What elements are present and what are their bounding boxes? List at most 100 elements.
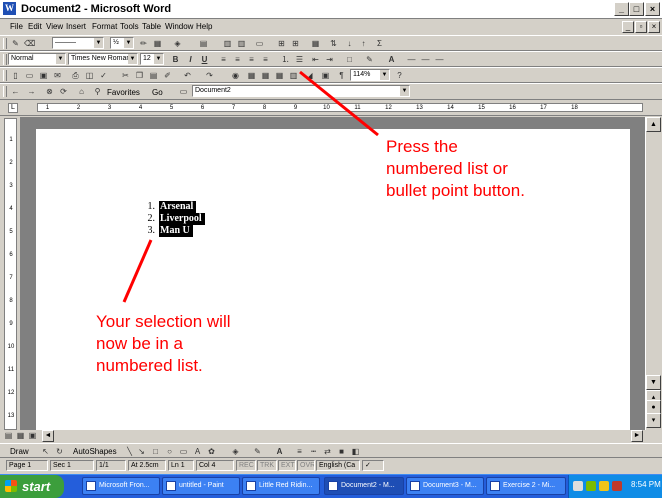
align-right-icon[interactable]: ≡ [246,54,257,65]
bold-button[interactable]: B [170,54,181,65]
status-trk[interactable]: TRK [257,460,277,471]
justify-icon[interactable]: ≡ [260,54,271,65]
forward-icon[interactable]: → [26,86,37,97]
web-layout-icon[interactable]: ▦ [15,430,26,441]
outside-border-icon[interactable]: □ [344,54,355,65]
line-style-icon[interactable]: ≡ [294,446,305,457]
menu-tools[interactable]: Tools [120,22,139,31]
print-icon[interactable]: ⎙ [70,70,81,81]
columns-icon[interactable]: ▥ [288,70,299,81]
sort-descending-icon[interactable]: ↑ [358,38,369,49]
line-weight-select[interactable]: ½ ▼ [110,37,134,49]
underline-button[interactable]: U [199,54,210,65]
highlight-icon[interactable]: ✎ [364,54,375,65]
network-icon[interactable] [586,481,596,491]
vertical-ruler[interactable]: 1 2 3 4 5 6 7 8 9 10 11 12 13 [4,118,17,430]
go-menu[interactable]: Go [152,88,163,97]
autosum-icon[interactable]: Σ [374,38,385,49]
eraser-icon[interactable]: ⌫ [24,38,35,49]
scroll-right-button[interactable]: ► [631,430,643,442]
next-page-button[interactable]: ▾ [646,413,661,428]
merge-cells-icon[interactable]: ▥ [222,38,233,49]
autoshapes-menu[interactable]: AutoShapes [73,447,117,456]
menu-help[interactable]: Help [196,22,212,31]
spelling-icon[interactable]: ✓ [98,70,109,81]
change-text-direction-icon[interactable]: ⇅ [328,38,339,49]
insert-table-icon[interactable]: ▦ [260,70,271,81]
list-text[interactable]: Man U [159,225,193,237]
taskbar-button[interactable]: Document2 - M... [324,477,404,495]
distribute-rows-icon[interactable]: ⊞ [276,38,287,49]
list-text[interactable]: Arsenal [159,201,197,213]
status-ovr[interactable]: OVR [297,460,315,471]
maximize-button[interactable]: □ [629,2,644,16]
open-folder-icon[interactable]: ▭ [24,70,35,81]
table-autoformat-icon[interactable]: ▦ [310,38,321,49]
doc-close-button[interactable]: × [648,21,660,33]
fill-color-icon[interactable]: ◈ [230,446,241,457]
normal-view-icon[interactable]: ▤ [3,430,14,441]
line-icon[interactable]: — [420,54,431,65]
redo-icon[interactable]: ↷ [204,70,215,81]
tab-selector[interactable]: L [8,103,18,113]
clip-art-icon[interactable]: ✿ [206,446,217,457]
doc-minimize-button[interactable]: _ [622,21,634,33]
email-icon[interactable]: ✉ [52,70,63,81]
hyperlink-icon[interactable]: ◉ [230,70,241,81]
rectangle-tool-icon[interactable]: □ [150,446,161,457]
italic-button[interactable]: I [185,54,196,65]
print-preview-icon[interactable]: ◫ [84,70,95,81]
taskbar-button[interactable]: untitled - Paint [162,477,240,495]
taskbar-button[interactable]: Document3 - M... [406,477,484,495]
document-map-icon[interactable]: ▣ [320,70,331,81]
toolbar-grip[interactable] [3,38,7,49]
document-page[interactable] [36,129,630,430]
close-button[interactable]: × [645,2,660,16]
taskbar-button[interactable]: Microsoft Fron... [82,477,160,495]
print-layout-icon[interactable]: ▣ [27,430,38,441]
line-tool-icon[interactable]: ╲ [124,446,135,457]
security-icon[interactable] [599,481,609,491]
taskbar-button[interactable]: Little Red Ridin... [242,477,320,495]
menu-table[interactable]: Table [142,22,161,31]
search-web-icon[interactable]: ⚲ [92,86,103,97]
insert-table-icon[interactable]: ▤ [198,38,209,49]
format-painter-icon[interactable]: ✐ [162,70,173,81]
address-field[interactable]: Document2 ▼ [192,85,410,97]
menu-file[interactable]: File [10,22,23,31]
copy-icon[interactable]: ❐ [134,70,145,81]
numbered-list-icon[interactable]: ⒈ [280,54,291,65]
line-icon[interactable]: — [434,54,445,65]
doc-restore-button[interactable]: ▫ [635,21,647,33]
new-document-icon[interactable]: ▯ [10,70,21,81]
line-icon[interactable]: — [406,54,417,65]
paste-icon[interactable]: ▤ [148,70,159,81]
home-icon[interactable]: ⌂ [76,86,87,97]
shading-icon[interactable]: ◈ [172,38,183,49]
status-ext[interactable]: EXT [278,460,296,471]
border-color-icon[interactable]: ✏ [138,38,149,49]
draw-menu[interactable]: Draw [10,447,29,456]
show-hide-icon[interactable]: ¶ [336,70,347,81]
toolbar-grip[interactable] [3,54,7,65]
wordart-icon[interactable]: A [192,446,203,457]
toolbar-grip[interactable] [3,86,7,97]
menu-insert[interactable]: Insert [66,22,86,31]
arrow-style-icon[interactable]: ⇄ [322,446,333,457]
start-button[interactable]: start [0,475,64,498]
align-center-icon[interactable]: ≡ [232,54,243,65]
increase-indent-icon[interactable]: ⇥ [324,54,335,65]
favorites-menu[interactable]: Favorites [107,88,140,97]
font-size-select[interactable]: 12 ▼ [140,53,164,65]
clock[interactable]: 8:54 PM [631,480,661,489]
font-color-icon[interactable]: A [386,54,397,65]
style-select[interactable]: Normal ▼ [8,53,66,65]
cut-icon[interactable]: ✂ [120,70,131,81]
spelling-status-icon[interactable]: ✓ [362,460,384,471]
dash-style-icon[interactable]: ┅ [308,446,319,457]
horizontal-scrollbar[interactable]: ▤ ▦ ▣ ◄ ► [0,430,662,442]
menu-window[interactable]: Window [165,22,193,31]
menu-view[interactable]: View [46,22,63,31]
status-rec[interactable]: REC [236,460,256,471]
insert-excel-icon[interactable]: ▦ [274,70,285,81]
